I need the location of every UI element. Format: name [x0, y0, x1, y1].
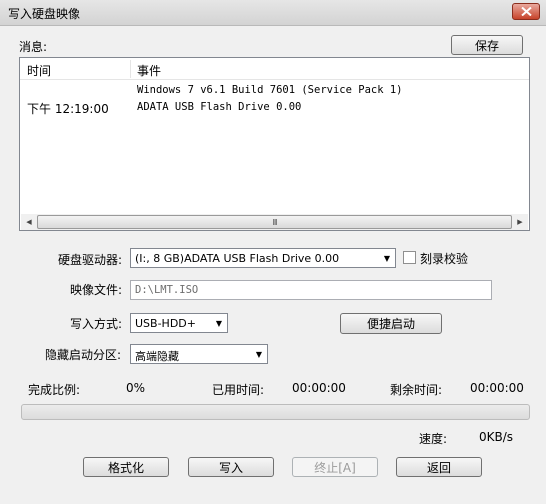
write-method-value: USB-HDD+	[135, 317, 196, 330]
drive-select-value: (I:, 8 GB)ADATA USB Flash Drive 0.00	[135, 252, 340, 265]
write-method-select[interactable]: USB-HDD+ ▼	[130, 313, 228, 333]
column-header-event[interactable]: 事件	[137, 62, 161, 79]
elapsed-time-value: 00:00:00	[292, 381, 346, 395]
column-divider[interactable]	[130, 60, 131, 78]
row-event: Windows 7 v6.1 Build 7601 (Service Pack …	[137, 84, 403, 96]
messages-label: 消息:	[19, 40, 48, 54]
write-method-label: 写入方式:	[70, 317, 123, 331]
drive-label: 硬盘驱动器:	[58, 253, 123, 267]
save-button[interactable]: 保存	[451, 35, 523, 55]
hidden-partition-label: 隐藏启动分区:	[45, 348, 122, 362]
drive-select[interactable]: (I:, 8 GB)ADATA USB Flash Drive 0.00 ▼	[130, 248, 396, 268]
back-button[interactable]: 返回	[396, 457, 482, 477]
format-button[interactable]: 格式化	[83, 457, 169, 477]
scroll-right-icon[interactable]: ▶	[512, 214, 528, 230]
window-title: 写入硬盘映像	[8, 7, 81, 21]
hidden-partition-value: 高端隐藏	[135, 350, 179, 363]
table-row[interactable]: 下午 12:19:00 ADATA USB Flash Drive 0.00	[20, 98, 529, 118]
scroll-grip: III	[272, 217, 277, 227]
row-event: ADATA USB Flash Drive 0.00	[137, 101, 302, 113]
elapsed-time-label: 已用时间:	[212, 383, 265, 397]
image-file-label: 映像文件:	[70, 283, 123, 297]
chevron-down-icon: ▼	[255, 349, 263, 359]
progress-bar	[21, 404, 530, 420]
hidden-partition-select[interactable]: 高端隐藏 ▼	[130, 344, 268, 364]
close-icon	[520, 7, 532, 16]
scroll-thumb[interactable]: III	[37, 215, 512, 229]
verify-label: 刻录校验	[420, 252, 469, 266]
table-row[interactable]: Windows 7 v6.1 Build 7601 (Service Pack …	[20, 80, 529, 100]
speed-value: 0KB/s	[479, 430, 514, 444]
quick-boot-button[interactable]: 便捷启动	[340, 313, 442, 334]
column-header-time[interactable]: 时间	[27, 62, 51, 79]
title-bar: 写入硬盘映像	[0, 0, 546, 26]
remaining-time-value: 00:00:00	[470, 381, 524, 395]
stop-button[interactable]: 终止[A]	[292, 457, 378, 477]
scroll-left-icon[interactable]: ◀	[21, 214, 37, 230]
close-button[interactable]	[512, 3, 540, 20]
image-file-input[interactable]: D:\LMT.ISO	[130, 280, 492, 300]
message-list-header: 时间 事件	[20, 58, 529, 80]
chevron-down-icon: ▼	[215, 318, 223, 328]
progress-ratio-value: 0%	[126, 381, 146, 395]
image-file-value: D:\LMT.ISO	[135, 284, 199, 296]
speed-label: 速度:	[419, 432, 448, 446]
progress-ratio-label: 完成比例:	[28, 383, 81, 397]
remaining-time-label: 剩余时间:	[390, 383, 443, 397]
verify-checkbox[interactable]	[403, 251, 416, 264]
message-list[interactable]: 时间 事件 Windows 7 v6.1 Build 7601 (Service…	[19, 57, 530, 231]
write-button[interactable]: 写入	[188, 457, 274, 477]
horizontal-scrollbar[interactable]: ◀ III ▶	[21, 214, 528, 230]
row-time: 下午 12:19:00	[27, 102, 109, 116]
chevron-down-icon: ▼	[383, 253, 391, 263]
